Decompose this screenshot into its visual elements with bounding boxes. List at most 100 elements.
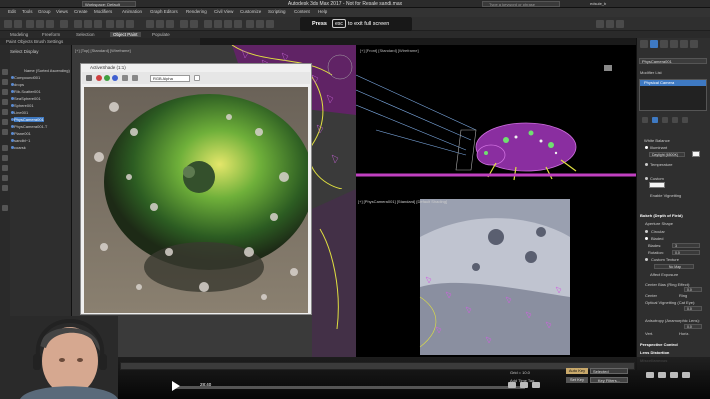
rotate-icon[interactable] (116, 20, 124, 28)
geometry-filter-icon[interactable] (2, 79, 8, 85)
set-key-button[interactable]: Set Key (566, 377, 588, 383)
bladed-radio[interactable] (645, 237, 648, 240)
render-setup-icon[interactable] (246, 20, 254, 28)
shapes-filter-icon[interactable] (2, 89, 8, 95)
curve-editor-icon[interactable] (214, 20, 222, 28)
list-item[interactable]: Line001 (14, 110, 28, 115)
orbit-icon[interactable] (670, 372, 678, 378)
channel-dropdown[interactable]: RGB Alpha (150, 75, 190, 82)
modifier-stack-item[interactable]: Physical Camera (640, 80, 706, 86)
mono-icon[interactable] (132, 75, 138, 81)
workspace-selector[interactable]: Workspace: Default (82, 1, 136, 7)
viewport-label-camera[interactable]: [+] [PhysCamera001] [Standard] [Default … (358, 199, 447, 204)
menu-civil-view[interactable]: Civil View (214, 9, 233, 14)
select-by-name-icon[interactable] (84, 20, 92, 28)
rotation-spinner[interactable]: 0.0 (672, 250, 700, 255)
red-channel-icon[interactable] (96, 75, 102, 81)
illuminant-radio[interactable] (645, 146, 648, 149)
render-teapot-icon[interactable] (596, 20, 604, 28)
center-bias-spinner[interactable]: 0.0 (684, 287, 702, 292)
enable-vignetting-checkbox[interactable]: Enable Vignetting (650, 193, 681, 198)
warps-filter-icon[interactable] (2, 129, 8, 135)
anisotropy-spinner[interactable]: 0.0 (684, 324, 702, 329)
circular-radio[interactable] (645, 230, 648, 233)
schematic-view-icon[interactable] (224, 20, 232, 28)
volume-icon[interactable] (508, 382, 516, 388)
list-item[interactable]: SeaSphere001 (14, 96, 41, 101)
render-iterative-icon[interactable] (606, 20, 614, 28)
motion-tab-icon[interactable] (670, 40, 678, 48)
zoom-icon[interactable] (646, 372, 654, 378)
remove-modifier-icon[interactable] (672, 117, 678, 123)
menu-modifiers[interactable]: Modifiers (94, 9, 112, 14)
custom-radio[interactable] (645, 177, 648, 180)
lens-distortion-rollout[interactable]: Lens Distortion (640, 350, 669, 355)
menu-group[interactable]: Group (38, 9, 51, 14)
menu-animation[interactable]: Animation (122, 9, 142, 14)
menu-views[interactable]: Views (56, 9, 68, 14)
menu-rendering[interactable]: Rendering (186, 9, 207, 14)
scene-explorer-header[interactable]: Name (Sorted Ascending) (24, 68, 70, 73)
link-icon[interactable] (26, 20, 34, 28)
save-icon[interactable] (86, 75, 92, 81)
tab-object-paint[interactable]: Object Paint (110, 32, 141, 37)
configure-sets-icon[interactable] (682, 117, 688, 123)
show-end-result-icon[interactable] (652, 117, 658, 123)
viewport-label-front[interactable]: [+] [Front] [Standard] [Wireframe] (360, 48, 419, 53)
material-editor-icon[interactable] (234, 20, 242, 28)
cameras-filter-icon[interactable] (2, 109, 8, 115)
tab-freeform[interactable]: Freeform (42, 32, 60, 37)
mirror-icon[interactable] (180, 20, 188, 28)
list-item[interactable]: Compound001 (14, 75, 40, 80)
menu-tools[interactable]: Tools (22, 9, 33, 14)
object-name-field[interactable]: PhysCamera001 (639, 58, 707, 64)
filter-icon[interactable] (2, 69, 8, 75)
redo-icon[interactable] (14, 20, 22, 28)
menu-content[interactable]: Content (294, 9, 310, 14)
list-item[interactable]: Rib-Scatter001 (14, 89, 41, 94)
snap-icon[interactable] (146, 20, 154, 28)
illuminant-color-swatch[interactable] (692, 151, 700, 157)
list-item[interactable]: drops (14, 82, 24, 87)
utilities-tab-icon[interactable] (690, 40, 698, 48)
select-none-icon[interactable] (2, 175, 8, 181)
bind-space-warp-icon[interactable] (46, 20, 54, 28)
angle-snap-icon[interactable] (156, 20, 164, 28)
move-icon[interactable] (106, 20, 114, 28)
pan-icon[interactable] (658, 372, 666, 378)
hierarchy-icon[interactable] (2, 155, 8, 161)
perspective-control-rollout[interactable]: Perspective Control (640, 342, 678, 347)
viewport-front[interactable] (355, 45, 636, 197)
make-unique-icon[interactable] (662, 117, 668, 123)
select-all-icon[interactable] (2, 165, 8, 171)
menu-scripting[interactable]: Scripting (268, 9, 286, 14)
display-tab-icon[interactable] (680, 40, 688, 48)
key-filters-button[interactable]: Key Filters... (590, 377, 628, 383)
pin-stack-icon[interactable] (642, 117, 648, 123)
layer-explorer-icon[interactable] (204, 20, 212, 28)
list-item[interactable]: Sphere001 (14, 103, 34, 108)
find-icon[interactable] (2, 205, 8, 211)
paint-objects-panel-label[interactable]: Paint Objects Brush Settings (6, 39, 63, 44)
list-item[interactable]: coarsk (14, 145, 26, 150)
no-map-button[interactable]: No Map (654, 264, 694, 269)
list-item[interactable]: PhysCamera001.T (14, 124, 47, 129)
fullscreen-icon[interactable] (532, 382, 540, 388)
unlink-icon[interactable] (36, 20, 44, 28)
blades-spinner[interactable]: 3 (672, 243, 700, 248)
key-selection-dropdown[interactable]: Selected (590, 368, 628, 374)
menu-create[interactable]: Create (74, 9, 88, 14)
activeshade-icon[interactable] (616, 20, 624, 28)
percent-snap-icon[interactable] (166, 20, 174, 28)
create-tab-icon[interactable] (640, 40, 648, 48)
settings-icon[interactable] (520, 382, 528, 388)
align-icon[interactable] (190, 20, 198, 28)
custom-texture-radio[interactable] (645, 258, 648, 261)
search-input[interactable]: Type a keyword or phrase (482, 1, 560, 7)
tab-modeling[interactable]: Modeling (10, 32, 28, 37)
temperature-radio[interactable] (645, 163, 648, 166)
time-slider[interactable] (120, 362, 635, 370)
auto-key-button[interactable]: Auto Key (566, 368, 588, 374)
menu-edit[interactable]: Edit (8, 9, 16, 14)
hierarchy-tab-icon[interactable] (660, 40, 668, 48)
